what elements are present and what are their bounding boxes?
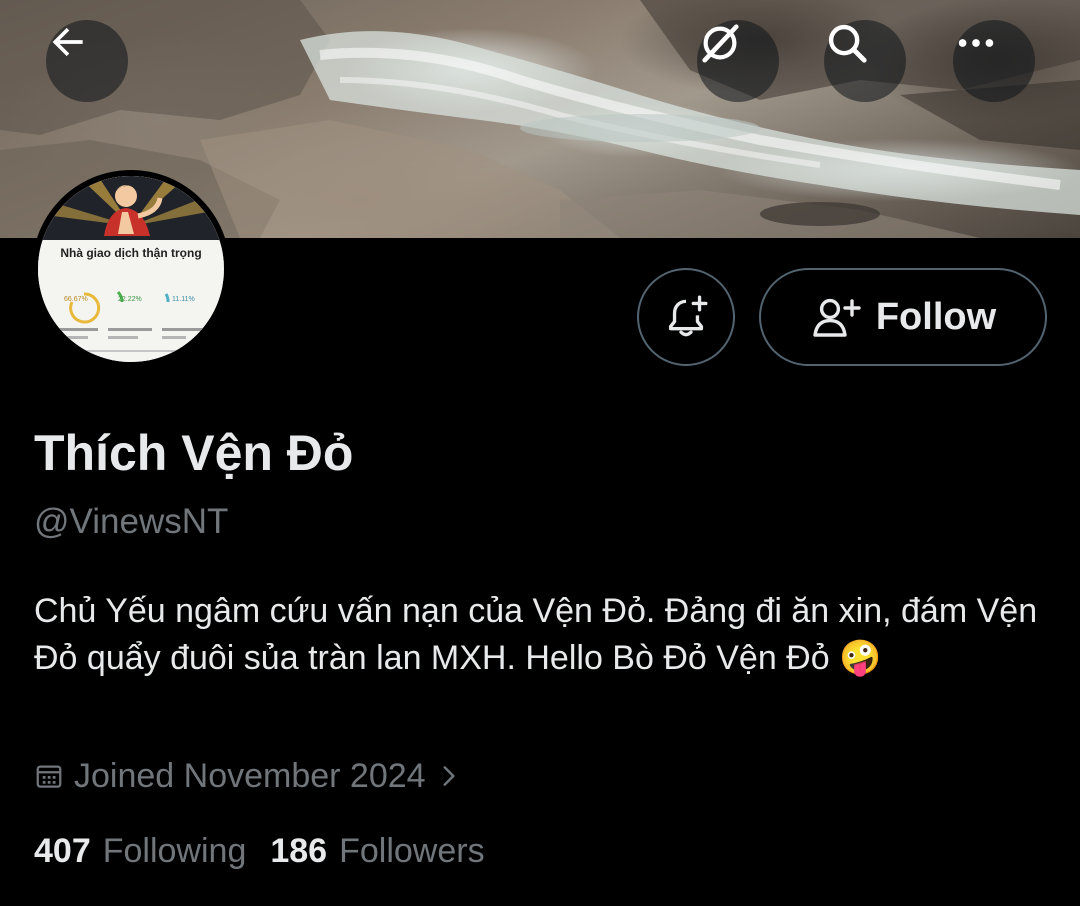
followers-link[interactable]: 186 Followers [270,832,508,871]
avatar-percent-3: 11.11% [172,296,195,303]
profile-page: Nhà giao dịch thận trọng 66.67% 22.22% 1… [0,0,1080,906]
joined-date-text: Joined November 2024 [74,756,426,795]
avatar-percent-2: 22.22% [118,296,142,303]
avatar-image: Nhà giao dịch thận trọng 66.67% 22.22% 1… [38,176,224,362]
profile-avatar[interactable]: Nhà giao dịch thận trọng 66.67% 22.22% 1… [32,170,230,368]
grok-icon [702,24,739,63]
bell-plus-icon [668,295,708,337]
avatar-title-text: Nhà giao dịch thận trọng [60,246,202,260]
calendar-icon [36,765,62,788]
notifications-button[interactable] [637,268,735,366]
grok-button[interactable] [697,20,779,102]
followers-label: Followers [339,832,485,870]
more-icon [958,39,994,47]
chevron-right-icon [443,766,455,786]
back-arrow-icon [52,27,83,57]
user-handle: @VinewsNT [34,502,229,541]
search-button[interactable] [824,20,906,102]
follow-label: Follow [875,295,997,338]
back-button[interactable] [46,20,128,102]
display-name: Thích Vện Đỏ [34,425,354,481]
follow-stats: 407 Following 186 Followers [34,832,509,871]
person-add-icon [813,298,861,337]
profile-bio: Chủ Yếu ngâm cứu vấn nạn của Vện Đỏ. Đản… [34,592,1038,677]
follow-button[interactable]: Follow [759,268,1047,366]
more-button[interactable] [953,20,1035,102]
followers-count: 186 [270,832,328,870]
joined-date-row[interactable]: Joined November 2024 [34,754,462,798]
following-count: 407 [34,832,91,870]
following-label: Following [102,832,247,870]
search-icon [828,24,867,63]
following-link[interactable]: 407 Following [34,832,270,871]
avatar-percent-1: 66.67% [64,296,88,303]
